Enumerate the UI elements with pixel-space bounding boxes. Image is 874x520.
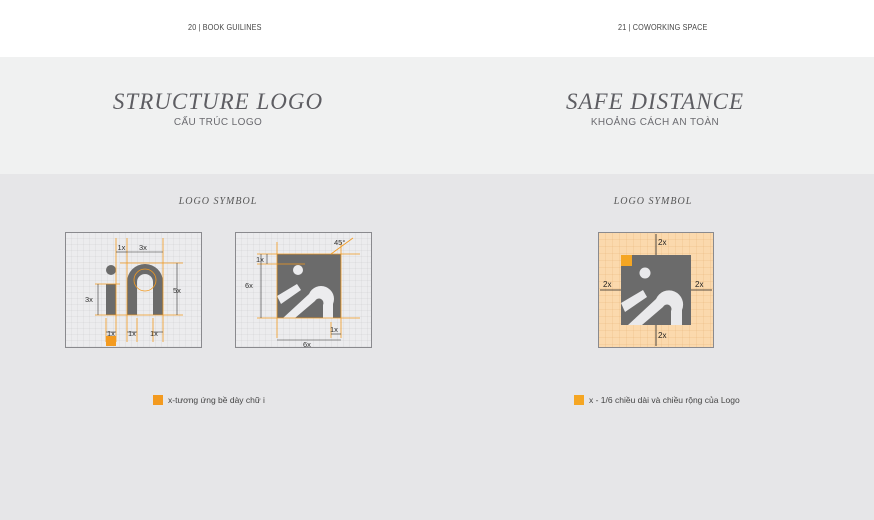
left-page-header: 20 | BOOK GUILINES xyxy=(188,22,262,32)
i-dot-shape xyxy=(106,265,116,275)
legend-swatch xyxy=(574,395,584,405)
structure-square-diagram: 45° 1x 6x 1x 6x xyxy=(235,232,372,348)
dim-label: 1x xyxy=(330,325,338,334)
dim-label: 1x xyxy=(107,329,115,338)
title-band xyxy=(0,57,874,174)
structure-in-diagram: 1x 3x 3x 5x 1x 1x 1x xyxy=(65,232,202,348)
dim-label: 1x xyxy=(150,329,158,338)
structure-logo-title: STRUCTURE LOGO xyxy=(112,89,324,114)
structure-logo-subtitle: CẤU TRÚC LOGO xyxy=(173,117,263,128)
left-legend: x-tương ứng bề dày chữ i xyxy=(153,395,265,405)
right-legend: x - 1/6 chiều dài và chiều rộng của Logo xyxy=(574,395,740,405)
right-section-label: LOGO SYMBOL xyxy=(613,196,693,207)
right-page-header: 21 | COWORKING SPACE xyxy=(618,22,708,32)
dim-label: 1x xyxy=(128,329,136,338)
angle-label: 45° xyxy=(334,238,345,247)
left-section-label: LOGO SYMBOL xyxy=(178,196,258,207)
safe-right-label: 2x xyxy=(695,280,703,289)
i-stem-shape xyxy=(106,284,116,315)
top-header-bar xyxy=(0,0,874,57)
left-legend-text: x-tương ứng bề dày chữ i xyxy=(168,395,265,405)
x-unit-swatch xyxy=(621,255,632,266)
safe-left-label: 2x xyxy=(603,280,611,289)
right-legend-text: x - 1/6 chiều dài và chiều rộng của Logo xyxy=(589,395,740,405)
safe-distance-diagram: 2x 2x 2x 2x xyxy=(598,232,714,348)
dim-label: 1x xyxy=(256,255,264,264)
safe-top-label: 2x xyxy=(658,238,666,247)
dim-label: 5x xyxy=(173,286,181,295)
dim-label: 6x xyxy=(303,340,311,348)
dim-label: 3x xyxy=(85,295,93,304)
dim-label: 1x xyxy=(118,243,126,252)
legend-swatch xyxy=(153,395,163,405)
safe-distance-subtitle: KHOẢNG CÁCH AN TOÀN xyxy=(590,117,720,128)
dim-label: 6x xyxy=(245,281,253,290)
dim-label: 3x xyxy=(139,243,147,252)
safe-bottom-label: 2x xyxy=(658,331,666,340)
safe-distance-title: SAFE DISTANCE xyxy=(565,89,745,114)
